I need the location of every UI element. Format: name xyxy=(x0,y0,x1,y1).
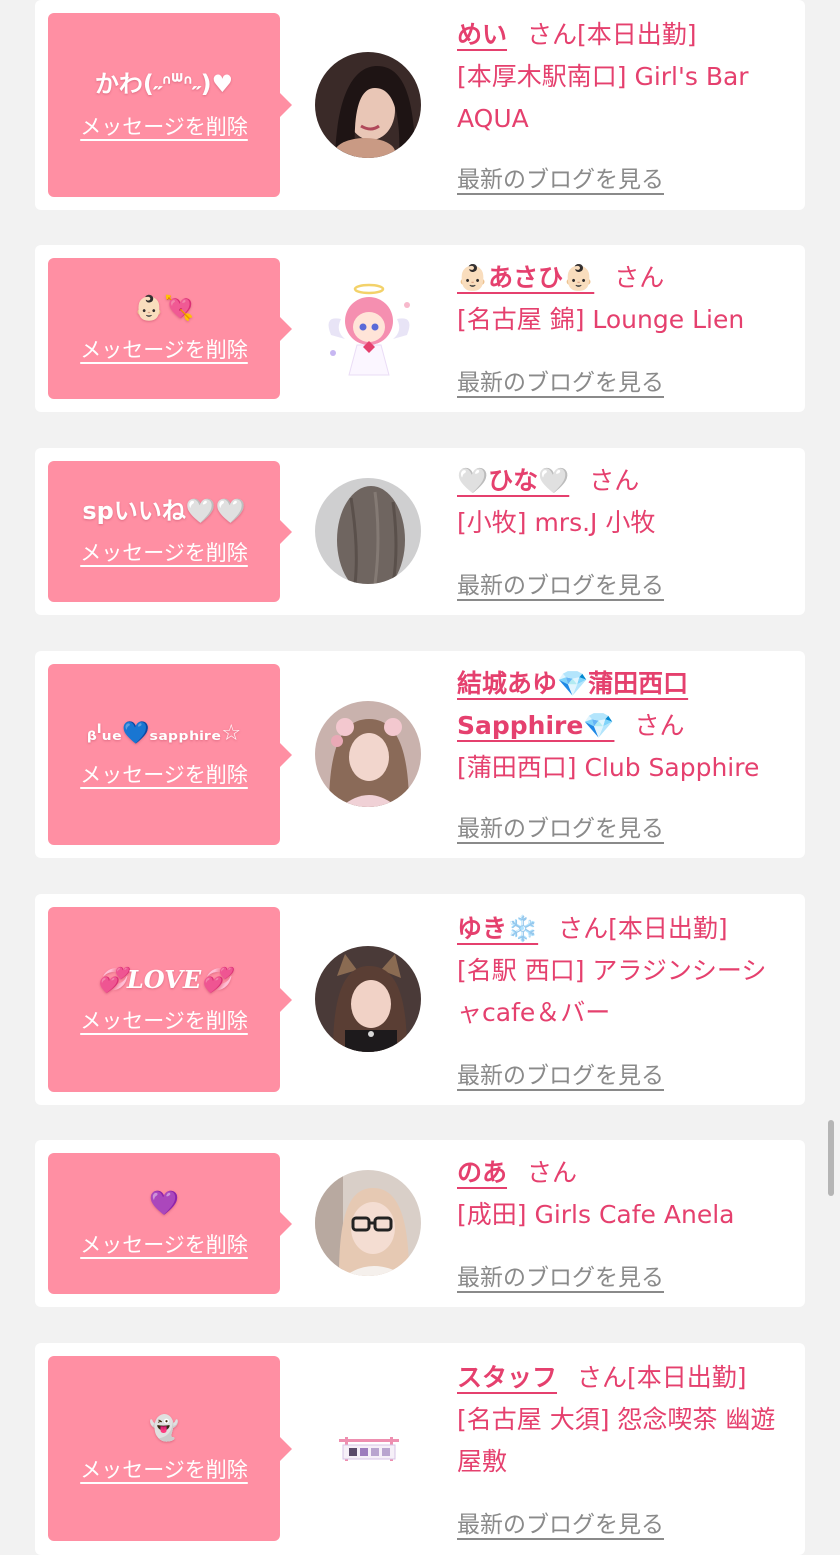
attendance-badge: [本日出勤] xyxy=(608,914,728,943)
message-card: 👶🏻💘 メッセージを削除 👶🏻あさひ👶🏻 さん [名古屋 錦] Lounge L… xyxy=(35,245,805,412)
avatar[interactable] xyxy=(315,1170,421,1276)
sender-info: ゆき❄️ さん[本日出勤] [名駅 西口] アラジンシーシャcafe＆バー xyxy=(457,908,791,1034)
photo-woman-glasses-icon xyxy=(315,1170,421,1276)
message-card: spいいね🤍🤍 メッセージを削除 🤍ひな🤍 さん [小牧] mrs.J 小牧 最新… xyxy=(35,448,805,615)
message-text: かわ(˶ᐢᐜᐢ˶)♥ xyxy=(94,70,234,99)
latest-blog-link[interactable]: 最新のブログを見る xyxy=(457,566,664,600)
avatar[interactable] xyxy=(315,275,421,381)
shop-name: [本厚木駅南口] Girl's Bar AQUA xyxy=(457,62,749,133)
shop-logo-icon xyxy=(315,1395,421,1501)
shop-name: [名古屋 錦] Lounge Lien xyxy=(457,305,745,334)
latest-blog-link[interactable]: 最新のブログを見る xyxy=(457,1056,664,1090)
latest-blog-link[interactable]: 最新のブログを見る xyxy=(457,809,664,843)
message-text: 👻 xyxy=(149,1413,179,1442)
delete-message-link[interactable]: メッセージを削除 xyxy=(80,1005,248,1035)
message-card: 💜 メッセージを削除 のあ さん [成田] Girls Cafe Anela 最新… xyxy=(35,1140,805,1307)
sender-name-link[interactable]: 🤍ひな🤍 xyxy=(457,466,569,495)
shop-name: [名駅 西口] アラジンシーシャcafe＆バー xyxy=(457,956,767,1027)
message-bubble: 👻 メッセージを削除 xyxy=(48,1356,292,1541)
message-text: spいいね🤍🤍 xyxy=(82,496,246,525)
latest-blog-link[interactable]: 最新のブログを見る xyxy=(457,1505,664,1539)
angel-illustration-icon xyxy=(315,275,421,381)
avatar[interactable] xyxy=(315,701,421,807)
attendance-badge: [本日出勤] xyxy=(627,1363,747,1392)
message-card: 💞LOVE💞 メッセージを削除 ゆき❄️ さん[本日出勤] [名駅 西口] アラジ… xyxy=(35,894,805,1105)
avatar[interactable] xyxy=(315,1395,421,1501)
sender-info: めい さん[本日出勤] [本厚木駅南口] Girl's Bar AQUA xyxy=(457,14,791,140)
photo-woman-flowers-icon xyxy=(315,701,421,807)
honorific: さん xyxy=(589,466,640,495)
sender-info: 🤍ひな🤍 さん [小牧] mrs.J 小牧 xyxy=(457,460,791,544)
shop-name: [蒲田西口] Club Sapphire xyxy=(457,753,760,782)
message-text: 👶🏻💘 xyxy=(134,293,194,322)
sender-info: スタッフ さん[本日出勤] [名古屋 大須] 怨念喫茶 幽遊屋敷 xyxy=(457,1357,791,1483)
message-bubble: かわ(˶ᐢᐜᐢ˶)♥ メッセージを削除 xyxy=(48,13,292,197)
message-text: 💜 xyxy=(149,1188,179,1217)
latest-blog-link[interactable]: 最新のブログを見る xyxy=(457,363,664,397)
honorific: さん xyxy=(527,20,578,49)
message-bubble: 👶🏻💘 メッセージを削除 xyxy=(48,258,292,399)
sender-name-link[interactable]: のあ xyxy=(457,1158,507,1187)
message-text: 💞LOVE💞 xyxy=(96,964,232,994)
message-bubble: spいいね🤍🤍 メッセージを削除 xyxy=(48,461,292,602)
message-bubble: ᵦˡᵤₑ💙ₛₐₚₚₕᵢᵣₑ☆ メッセージを削除 xyxy=(48,664,292,845)
message-bubble: 💜 メッセージを削除 xyxy=(48,1153,292,1294)
honorific: さん xyxy=(614,263,665,292)
message-text: ᵦˡᵤₑ💙ₛₐₚₚₕᵢᵣₑ☆ xyxy=(86,721,242,747)
delete-message-link[interactable]: メッセージを削除 xyxy=(80,1454,248,1484)
delete-message-link[interactable]: メッセージを削除 xyxy=(80,1229,248,1259)
delete-message-link[interactable]: メッセージを削除 xyxy=(80,759,248,789)
honorific: さん xyxy=(577,1363,628,1392)
message-card: 👻 メッセージを削除 スタッフ さん[本日出勤] [名古屋 大須] 怨念喫茶 幽遊… xyxy=(35,1343,805,1555)
avatar[interactable] xyxy=(315,52,421,158)
delete-message-link[interactable]: メッセージを削除 xyxy=(80,334,248,364)
honorific: さん xyxy=(527,1158,578,1187)
sender-info: 結城あゆ💎蒲田西口Sapphire💎 さん [蒲田西口] Club Sapphir… xyxy=(457,663,791,789)
honorific: さん xyxy=(634,711,685,740)
delete-message-link[interactable]: メッセージを削除 xyxy=(80,111,248,141)
shop-name: [名古屋 大須] 怨念喫茶 幽遊屋敷 xyxy=(457,1405,776,1476)
shop-name: [成田] Girls Cafe Anela xyxy=(457,1200,735,1229)
sender-name-link[interactable]: ゆき❄️ xyxy=(457,914,538,943)
sender-name-link[interactable]: 👶🏻あさひ👶🏻 xyxy=(457,263,594,292)
latest-blog-link[interactable]: 最新のブログを見る xyxy=(457,1258,664,1292)
shop-name: [小牧] mrs.J 小牧 xyxy=(457,508,656,537)
sender-info: のあ さん [成田] Girls Cafe Anela xyxy=(457,1152,791,1236)
message-bubble: 💞LOVE💞 メッセージを削除 xyxy=(48,907,292,1092)
sender-info: 👶🏻あさひ👶🏻 さん [名古屋 錦] Lounge Lien xyxy=(457,257,791,341)
sender-name-link[interactable]: スタッフ xyxy=(457,1363,557,1392)
avatar[interactable] xyxy=(315,946,421,1052)
delete-message-link[interactable]: メッセージを削除 xyxy=(80,537,248,567)
avatar[interactable] xyxy=(315,478,421,584)
attendance-badge: [本日出勤] xyxy=(577,20,697,49)
scrollbar[interactable] xyxy=(828,1120,834,1196)
honorific: さん xyxy=(558,914,609,943)
sender-name-link[interactable]: めい xyxy=(457,20,507,49)
latest-blog-link[interactable]: 最新のブログを見る xyxy=(457,160,664,194)
message-card: かわ(˶ᐢᐜᐢ˶)♥ メッセージを削除 めい さん[本日出勤] [本厚木駅南口] … xyxy=(35,0,805,210)
photo-hair-back-icon xyxy=(315,478,421,584)
photo-woman-cat-ears-icon xyxy=(315,946,421,1052)
message-card: ᵦˡᵤₑ💙ₛₐₚₚₕᵢᵣₑ☆ メッセージを削除 結城あゆ💎蒲田西口Sapphir… xyxy=(35,651,805,858)
photo-woman-dark-hair-icon xyxy=(315,52,421,158)
